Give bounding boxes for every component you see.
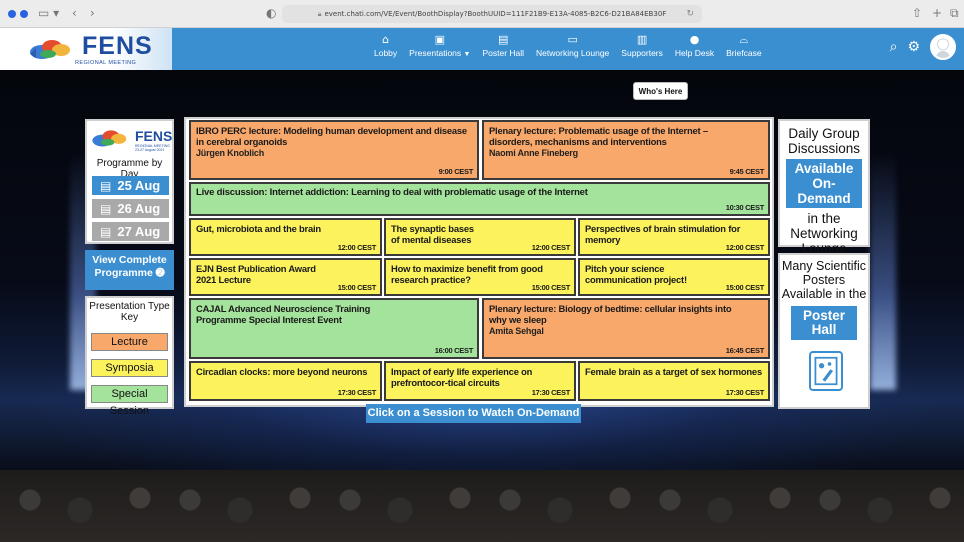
day-button-26-aug[interactable]: ▤ 26 Aug <box>92 199 169 218</box>
url-bar[interactable]: 🔒︎ event.chati.com/VE/Event/BoothDisplay?… <box>282 5 702 23</box>
right-panel: Daily Group Discussions Available On-Dem… <box>778 119 870 409</box>
lock-icon: 🔒︎ <box>317 10 322 18</box>
window-dot-icon[interactable] <box>20 10 28 18</box>
shield-icon[interactable]: ◐ <box>266 6 276 20</box>
logo-subtitle: REGIONAL MEETING 23-27 August 2021 <box>135 144 170 152</box>
tabs-icon[interactable]: ⧉ <box>950 6 959 21</box>
fens-logo[interactable]: FENS REGIONAL MEETING <box>0 28 172 70</box>
chat-icon: ▭ <box>567 33 578 46</box>
stage-light <box>870 150 896 390</box>
click-on-session-banner: Click on a Session to Watch On-Demand <box>366 404 581 423</box>
session-card[interactable]: Plenary lecture: Biology of bedtime: cel… <box>482 298 770 359</box>
fens-logo-icon <box>92 130 127 147</box>
gear-icon[interactable]: ⚙ <box>907 39 920 55</box>
audience-crowd <box>0 470 964 542</box>
nav-networking-lounge[interactable]: ▭ Networking Lounge <box>534 32 611 66</box>
avatar[interactable] <box>930 34 956 60</box>
search-icon[interactable]: ⌕ <box>890 39 898 55</box>
reload-icon[interactable]: ↻ <box>686 5 694 23</box>
header-actions: ⌕ ⚙ <box>890 34 956 60</box>
presentation-icon: ▣ <box>434 33 446 46</box>
poster-hall-label: Poster Hall <box>791 306 857 340</box>
calendar-icon: ▤ <box>100 178 112 193</box>
building-icon: ▥ <box>636 33 648 46</box>
session-card[interactable]: Gut, microbiota and the brain 12:00 CEST <box>189 218 382 256</box>
session-card[interactable]: Circadian clocks: more beyond neurons 17… <box>189 361 382 401</box>
microscope-poster-icon <box>809 351 843 391</box>
new-tab-icon[interactable]: + <box>932 6 942 20</box>
nav-poster-hall[interactable]: ▤ Poster Hall <box>480 32 526 66</box>
app-header: FENS REGIONAL MEETING ⌂ Lobby ▣ Presenta… <box>0 28 964 70</box>
daily-group-discussions-box[interactable]: Daily Group Discussions Available On-Dem… <box>778 119 870 256</box>
fens-logo-icon <box>30 40 70 59</box>
sidebar-toggle-icon[interactable]: ▭ ▾ <box>38 6 59 20</box>
browser-toolbar: ▭ ▾ ‹ › ◐ 🔒︎ event.chati.com/VE/Event/Boo… <box>0 0 964 28</box>
top-navigation: ⌂ Lobby ▣ Presentations ▼ ▤ Poster Hall … <box>372 32 764 66</box>
window-dot-icon[interactable] <box>8 10 16 18</box>
session-card[interactable]: Plenary lecture: Problematic usage of th… <box>482 120 770 180</box>
share-icon[interactable]: ⇧ <box>912 6 922 20</box>
left-panel: FENS REGIONAL MEETING 23-27 August 2021 … <box>85 119 174 417</box>
available-on-demand-label: Available On-Demand <box>786 159 862 208</box>
whos-here-button[interactable]: Who's Here <box>633 82 688 100</box>
calendar-icon: ▤ <box>100 224 112 239</box>
programme-by-day-box: FENS REGIONAL MEETING 23-27 August 2021 … <box>85 119 174 244</box>
nav-lobby[interactable]: ⌂ Lobby <box>372 32 399 66</box>
help-icon: ● <box>689 33 700 46</box>
key-lecture: Lecture <box>91 333 168 351</box>
presentation-type-key: Presentation Type Key Lecture Symposia S… <box>85 296 174 417</box>
session-card[interactable]: CAJAL Advanced Neuroscience Training Pro… <box>189 298 479 359</box>
calendar-icon: ▤ <box>100 201 112 216</box>
chevron-down-icon: ▼ <box>463 51 471 58</box>
session-card[interactable]: Perspectives of brain stimulation for me… <box>578 218 770 256</box>
logo-subtitle: REGIONAL MEETING <box>75 60 137 66</box>
key-title: Presentation Type Key <box>89 301 170 323</box>
url-text: event.chati.com/VE/Event/BoothDisplay?Bo… <box>324 10 667 18</box>
session-card[interactable]: Pitch your science communication project… <box>578 258 770 296</box>
day-button-27-aug[interactable]: ▤ 27 Aug <box>92 222 169 241</box>
day-button-25-aug[interactable]: ▤ 25 Aug <box>92 176 169 195</box>
session-card[interactable]: IBRO PERC lecture: Modeling human develo… <box>189 120 479 180</box>
session-card[interactable]: Live discussion: Internet addiction: Lea… <box>189 182 770 216</box>
session-card[interactable]: Female brain as a target of sex hormones… <box>578 361 770 401</box>
nav-presentations[interactable]: ▣ Presentations ▼ <box>407 32 472 66</box>
view-complete-programme-button[interactable]: View Complete Programme ➋ <box>85 250 174 290</box>
key-special-session: Special Session <box>91 385 168 417</box>
nav-supporters[interactable]: ▥ Supporters <box>619 32 665 66</box>
key-symposia: Symposia <box>91 359 168 377</box>
logo-wordmark: FENS <box>82 32 153 60</box>
nav-help-desk[interactable]: ● Help Desk <box>673 32 716 66</box>
session-card[interactable]: EJN Best Publication Award 2021 Lecture … <box>189 258 382 296</box>
logo-wordmark: FENS <box>135 128 173 144</box>
session-card[interactable]: The synaptic bases of mental diseases 12… <box>384 218 576 256</box>
forward-icon[interactable]: › <box>90 6 95 20</box>
poster-hall-box[interactable]: Many Scientific Posters Available in the… <box>778 253 870 409</box>
home-icon: ⌂ <box>382 33 390 46</box>
session-card[interactable]: How to maximize benefit from good resear… <box>384 258 576 296</box>
nav-briefcase[interactable]: ⌓ Briefcase <box>724 32 763 66</box>
back-icon[interactable]: ‹ <box>72 6 77 20</box>
programme-board: IBRO PERC lecture: Modeling human develo… <box>184 117 774 407</box>
session-card[interactable]: Impact of early life experience on prefr… <box>384 361 576 401</box>
briefcase-icon: ⌓ <box>739 33 749 46</box>
poster-hall-icon: ▤ <box>498 33 509 46</box>
